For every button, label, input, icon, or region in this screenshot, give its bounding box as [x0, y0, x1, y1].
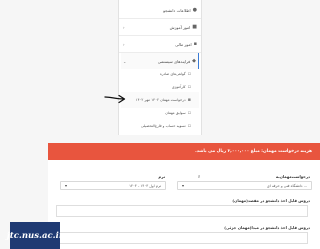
- submenu-item-label: درخواست مهمان ۱۴۰۲ مهر ۱۴۰۲: [135, 98, 186, 102]
- chevron-left-icon: ‹: [123, 24, 125, 30]
- menu-item-label: اطلاعات دانشجو: [163, 7, 191, 13]
- term-label: ترم: [158, 174, 165, 179]
- wallet-icon: ▪: [193, 41, 197, 47]
- user-icon: ●: [192, 7, 197, 13]
- submenu-item-label: تسویه حساب و فارغ‌التحصیلی: [140, 124, 186, 128]
- unit-label: درخواست‌مهمان‌به: [275, 174, 310, 179]
- submenu-item-label: گواهی‌های صادره: [159, 72, 186, 76]
- watermark-text: jtc.nus.ac.ir: [6, 230, 64, 241]
- graduation-icon: ▫: [187, 123, 191, 129]
- chevron-down-icon: ▾: [182, 183, 185, 188]
- submenu-item-graduation[interactable]: ▫ تسویه حساب و فارغ‌التحصیلی: [121, 118, 199, 134]
- guest-request-panel: هزینه درخواست مهمان: مبلغ ۲,۰۰۰,۰۰۰ ریال…: [48, 143, 320, 249]
- chevron-down-icon: ▾: [65, 183, 68, 188]
- field-marker: لا: [197, 174, 200, 179]
- menu-item-education[interactable]: ■ امور آموزش ‹: [121, 19, 199, 35]
- history-icon: ▫: [187, 110, 191, 116]
- partial-courses-label: دروس قابل اخذ دانشجو در مبدا(مهمان جزئی): [224, 225, 310, 230]
- process-icon: ◆: [192, 58, 196, 64]
- briefcase-icon: ▫: [187, 84, 191, 90]
- term-value: ترم اول ۱۴۰۳ - ۱۴۰۴: [129, 183, 161, 188]
- host-unit-select[interactable]: ... دانشگاه فنی و حرفه ای ▾: [177, 181, 312, 190]
- menu-item-label: امور آموزش: [169, 24, 191, 30]
- pointer-arrow-icon: [104, 94, 126, 104]
- submenu-item-label: کارآموزی: [171, 85, 186, 89]
- dest-courses-field[interactable]: [56, 205, 308, 217]
- submenu-item-label: سوابق مهمان: [165, 111, 186, 115]
- fee-alert: هزینه درخواست مهمان: مبلغ ۲,۰۰۰,۰۰۰ ریال…: [48, 143, 320, 160]
- site-watermark: jtc.nus.ac.ir: [7, 222, 63, 249]
- sidebar-menu: ● اطلاعات دانشجو ■ امور آموزش ‹ ▪ امور م…: [118, 0, 202, 135]
- menu-item-finance[interactable]: ▪ امور مالی ‹: [121, 36, 199, 52]
- term-select[interactable]: ترم اول ۱۴۰۳ - ۱۴۰۴ ▾: [60, 181, 166, 190]
- chevron-down-icon: ⌄: [123, 58, 127, 64]
- host-unit-value: ... دانشگاه فنی و حرفه ای: [266, 183, 307, 188]
- menu-item-student-info[interactable]: ● اطلاعات دانشجو: [121, 2, 199, 18]
- book-icon: ■: [192, 24, 197, 30]
- certificate-icon: ▫: [187, 71, 191, 77]
- menu-item-label: فرایندهای سیستمی: [157, 58, 191, 64]
- dest-courses-label: دروس قابل اخذ دانشجو در مقصد(مهمان): [232, 198, 310, 203]
- fee-alert-text: هزینه درخواست مهمان: مبلغ ۲,۰۰۰,۰۰۰ ریال…: [195, 149, 312, 154]
- chevron-left-icon: ‹: [123, 41, 125, 47]
- partial-courses-field[interactable]: [56, 232, 308, 244]
- guest-icon: ▪: [187, 97, 191, 103]
- menu-item-label: امور مالی: [175, 41, 192, 47]
